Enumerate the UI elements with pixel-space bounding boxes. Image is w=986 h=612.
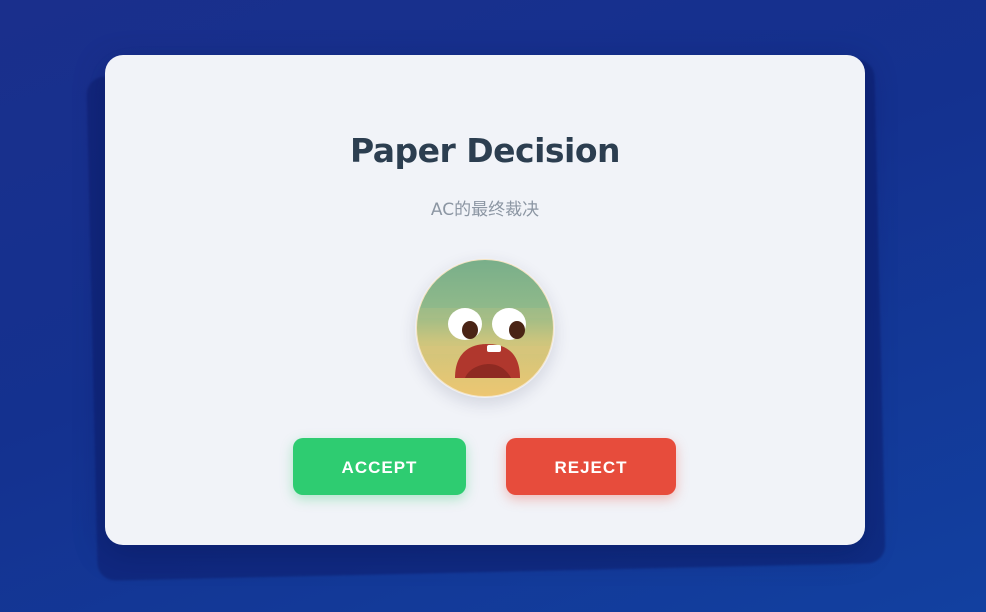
avatar xyxy=(415,258,555,398)
page-subtitle: AC的最终裁决 xyxy=(430,200,540,220)
decision-card: Paper Decision AC的最终裁决 ACCEPT REJECT xyxy=(105,55,865,545)
shocked-face-icon xyxy=(416,259,554,397)
page-title: Paper Decision xyxy=(349,131,621,170)
reject-button[interactable]: REJECT xyxy=(506,438,676,495)
accept-button[interactable]: ACCEPT xyxy=(293,438,466,495)
